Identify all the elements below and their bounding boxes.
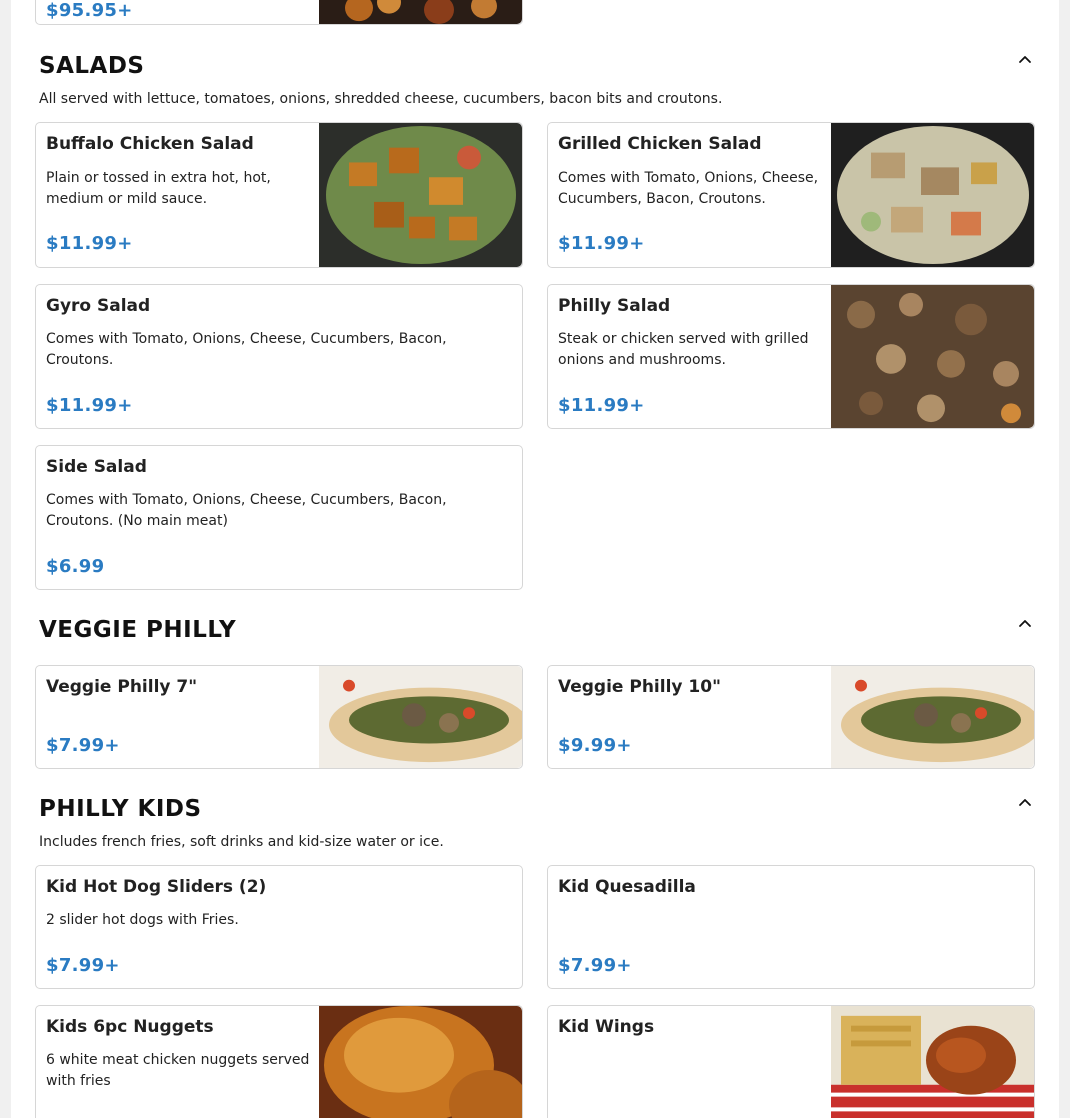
item-price: $9.99+ — [558, 735, 632, 756]
item-name: Kid Hot Dog Sliders (2) — [46, 877, 267, 897]
chevron-up-icon[interactable] — [1016, 615, 1034, 633]
menu-item-card[interactable]: Gyro Salad Comes with Tomato, Onions, Ch… — [35, 284, 523, 429]
item-description: Comes with Tomato, Onions, Cheese, Cucum… — [558, 170, 819, 207]
item-name: Kid Wings — [558, 1017, 655, 1037]
food-photo — [831, 666, 1034, 768]
item-description: Comes with Tomato, Onions, Cheese, Cucum… — [46, 492, 447, 529]
item-price: $7.99+ — [46, 735, 120, 756]
menu-item-card[interactable]: Kid Quesadilla $7.99+ — [547, 865, 1035, 989]
item-description: Steak or chicken served with grilled oni… — [558, 331, 809, 368]
item-description: 2 slider hot dogs with Fries. — [46, 912, 239, 928]
item-name: Grilled Chicken Salad — [558, 134, 762, 154]
item-price: $6.99 — [46, 556, 105, 577]
food-photo — [319, 123, 522, 267]
menu-item-card[interactable]: Kid Wings — [547, 1005, 1035, 1118]
item-price: $11.99+ — [46, 233, 133, 254]
section-description-philly-kids: Includes french fries, soft drinks and k… — [39, 834, 444, 850]
item-price: $11.99+ — [46, 395, 133, 416]
item-name: Kid Quesadilla — [558, 877, 696, 897]
menu-item-card[interactable]: Buffalo Chicken Salad Plain or tossed in… — [35, 122, 523, 268]
item-price: $7.99+ — [558, 955, 632, 976]
menu-item-card[interactable]: Side Salad Comes with Tomato, Onions, Ch… — [35, 445, 523, 590]
food-photo — [319, 1006, 522, 1118]
section-title-salads: SALADS — [39, 53, 145, 79]
menu-item-card[interactable]: Kid Hot Dog Sliders (2) 2 slider hot dog… — [35, 865, 523, 989]
menu-item-card[interactable]: Grilled Chicken Salad Comes with Tomato,… — [547, 122, 1035, 268]
food-photo — [831, 1006, 1034, 1118]
menu-item-card[interactable]: Veggie Philly 10" $9.99+ — [547, 665, 1035, 769]
item-name: Buffalo Chicken Salad — [46, 134, 254, 154]
item-name: Philly Salad — [558, 296, 671, 316]
menu-item-card[interactable]: Veggie Philly 7" $7.99+ — [35, 665, 523, 769]
item-name: Side Salad — [46, 457, 147, 477]
section-title-philly-kids: PHILLY KIDS — [39, 796, 202, 822]
food-photo — [319, 0, 522, 24]
item-name: Kids 6pc Nuggets — [46, 1017, 214, 1037]
section-title-veggie-philly: VEGGIE PHILLY — [39, 617, 237, 643]
item-price: $95.95+ — [46, 0, 133, 21]
menu-item-card[interactable]: Kids 6pc Nuggets 6 white meat chicken nu… — [35, 1005, 523, 1118]
menu-item-card[interactable]: Philly Salad Steak or chicken served wit… — [547, 284, 1035, 429]
chevron-up-icon[interactable] — [1016, 794, 1034, 812]
item-description: 6 white meat chicken nuggets served with… — [46, 1052, 310, 1089]
item-description: Plain or tossed in extra hot, hot, mediu… — [46, 170, 271, 207]
food-photo — [831, 285, 1034, 428]
menu-item-card[interactable]: $95.95+ — [35, 0, 523, 25]
item-price: $11.99+ — [558, 233, 645, 254]
item-name: Veggie Philly 7" — [46, 677, 198, 697]
section-description-salads: All served with lettuce, tomatoes, onion… — [39, 91, 723, 107]
item-name: Gyro Salad — [46, 296, 151, 316]
item-price: $7.99+ — [46, 955, 120, 976]
item-name: Veggie Philly 10" — [558, 677, 721, 697]
food-photo — [831, 123, 1034, 267]
food-photo — [319, 666, 522, 768]
item-description: Comes with Tomato, Onions, Cheese, Cucum… — [46, 331, 447, 368]
item-price: $11.99+ — [558, 395, 645, 416]
chevron-up-icon[interactable] — [1016, 51, 1034, 69]
